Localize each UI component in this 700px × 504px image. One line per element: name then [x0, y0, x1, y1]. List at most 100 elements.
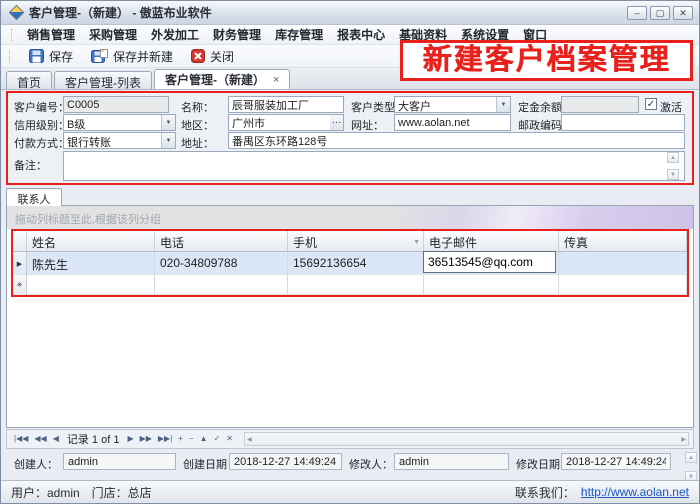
region-field[interactable] — [228, 114, 331, 131]
modifier-field[interactable] — [394, 453, 509, 470]
cell-name[interactable]: 陈先生 — [27, 252, 155, 275]
current-row-indicator: ▶ — [13, 252, 27, 275]
record-count-text: 记录 1 of 1 — [67, 431, 120, 447]
tab-home[interactable]: 首页 — [6, 71, 52, 89]
content-area: 客户编号： 名称： 客户类型： 大客户 ▼ 定金余额： ✓ 激活 信用级别： B… — [1, 90, 699, 480]
save-icon — [29, 49, 44, 63]
close-icon — [191, 49, 205, 63]
payment-select[interactable]: 银行转账 ▼ — [63, 132, 176, 149]
scroll-up-icon[interactable]: ▲ — [667, 152, 679, 163]
cell-fax[interactable] — [559, 275, 687, 295]
app-logo-icon — [9, 5, 25, 21]
table-row[interactable]: ▶ 陈先生 020-34809788 15692136654 — [13, 252, 687, 275]
close-window-button[interactable]: ✕ — [673, 6, 693, 20]
zip-field[interactable] — [561, 114, 685, 131]
modified-date-field[interactable] — [561, 453, 671, 470]
menu-outsourcing[interactable]: 外发加工 — [144, 26, 206, 43]
cell-email[interactable] — [424, 252, 559, 275]
menu-inventory[interactable]: 库存管理 — [268, 26, 330, 43]
statusbar-contact: 联系我们： http://www.aolan.net — [515, 484, 689, 501]
creator-label: 创建人： — [14, 456, 58, 472]
scroll-down-icon[interactable]: ▼ — [667, 169, 679, 180]
next-record-button[interactable]: ▶ — [124, 431, 136, 447]
deposit-field[interactable] — [561, 96, 639, 113]
cell-email[interactable] — [424, 275, 559, 295]
next-page-button[interactable]: ▶▶ — [137, 431, 155, 447]
delete-row-button[interactable]: − — [186, 431, 197, 447]
new-row-indicator: ✳ — [13, 275, 27, 295]
cell-mobile[interactable]: 15692136654 — [288, 252, 424, 275]
toolbar-grip — [11, 29, 14, 41]
chevron-down-icon[interactable]: ▼ — [496, 97, 510, 112]
group-by-panel[interactable]: 拖动列标题至此,根据该列分组 — [7, 206, 693, 229]
name-field[interactable] — [228, 96, 344, 113]
column-header-email[interactable]: 电子邮件 — [424, 231, 559, 252]
commit-edit-button[interactable]: ✓ — [211, 431, 224, 447]
website-link[interactable]: http://www.aolan.net — [581, 485, 689, 499]
edit-row-button[interactable]: ▲ — [197, 431, 211, 447]
window-controls: – ▢ ✕ — [627, 6, 693, 20]
column-header-fax[interactable]: 传真 — [559, 231, 687, 252]
save-and-new-icon — [91, 49, 108, 64]
remark-scrollbar[interactable]: ▲ ▼ — [667, 152, 679, 180]
menu-reports[interactable]: 报表中心 — [330, 26, 392, 43]
email-cell-editor[interactable] — [423, 251, 556, 273]
customer-type-select[interactable]: 大客户 ▼ — [394, 96, 511, 113]
name-label: 名称： — [181, 99, 214, 115]
address-label: 地址： — [181, 135, 214, 151]
header-indicator-cell — [13, 231, 27, 252]
close-tab-button[interactable]: 关闭 — [182, 47, 243, 66]
horizontal-scrollbar[interactable]: ◀ ▶ — [244, 432, 689, 446]
minimize-button[interactable]: – — [627, 6, 647, 20]
column-header-phone[interactable]: 电话 — [155, 231, 288, 252]
active-label: 激活 — [660, 99, 682, 115]
filter-icon[interactable]: ▼ — [413, 239, 420, 246]
remark-field[interactable] — [63, 151, 685, 181]
region-label: 地区： — [181, 117, 214, 133]
tab-contacts[interactable]: 联系人 — [6, 188, 62, 206]
maximize-button[interactable]: ▢ — [650, 6, 670, 20]
menu-finance[interactable]: 财务管理 — [206, 26, 268, 43]
first-record-button[interactable]: |◀◀ — [11, 431, 31, 447]
created-date-field[interactable] — [229, 453, 342, 470]
menu-sales[interactable]: 销售管理 — [20, 26, 82, 43]
customer-no-field[interactable] — [63, 96, 169, 113]
last-record-button[interactable]: ▶▶| — [155, 431, 175, 447]
chevron-down-icon[interactable]: ▼ — [161, 115, 175, 130]
creator-field[interactable] — [63, 453, 176, 470]
tab-customer-new[interactable]: 客户管理-（新建） × — [154, 69, 290, 89]
cell-fax[interactable] — [559, 252, 687, 275]
website-field[interactable] — [394, 114, 511, 131]
cancel-edit-button[interactable]: ✕ — [223, 431, 236, 447]
cell-phone[interactable] — [155, 275, 288, 295]
active-checkbox[interactable]: ✓ — [645, 98, 657, 110]
prev-page-button[interactable]: ◀◀ — [31, 431, 49, 447]
save-and-new-button[interactable]: 保存并新建 — [82, 47, 182, 66]
prev-record-button[interactable]: ◀ — [50, 431, 62, 447]
new-row[interactable]: ✳ — [13, 275, 687, 295]
record-navigator: |◀◀ ◀◀ ◀ 记录 1 of 1 ▶ ▶▶ ▶▶| + − ▲ ✓ ✕ ◀ … — [6, 429, 694, 449]
modifier-label: 修改人： — [349, 456, 393, 472]
address-field[interactable] — [228, 132, 685, 149]
annotation-box: 新建客户档案管理 — [400, 40, 693, 81]
menu-purchase[interactable]: 采购管理 — [82, 26, 144, 43]
region-browse-button[interactable]: … — [330, 114, 344, 131]
credit-label: 信用级别： — [14, 117, 69, 133]
scroll-left-icon[interactable]: ◀ — [247, 436, 252, 443]
chevron-down-icon[interactable]: ▼ — [161, 133, 175, 148]
cell-name[interactable] — [27, 275, 155, 295]
save-button[interactable]: 保存 — [20, 47, 82, 66]
titlebar: 客户管理-（新建） - 傲蓝布业软件 – ▢ ✕ — [1, 1, 699, 25]
credit-select[interactable]: B级 ▼ — [63, 114, 176, 131]
scroll-right-icon[interactable]: ▶ — [681, 436, 686, 443]
cell-phone[interactable]: 020-34809788 — [155, 252, 288, 275]
vertical-scrollbar[interactable]: ▲ ▼ — [685, 452, 697, 482]
scroll-up-icon[interactable]: ▲ — [685, 452, 697, 463]
column-header-name[interactable]: 姓名 — [27, 231, 155, 252]
contact-label: 联系我们： — [515, 484, 575, 501]
tab-close-icon[interactable]: × — [273, 74, 279, 86]
column-header-mobile[interactable]: 手机 ▼ — [288, 231, 424, 252]
tab-customer-list[interactable]: 客户管理-列表 — [54, 71, 152, 89]
cell-mobile[interactable] — [288, 275, 424, 295]
append-row-button[interactable]: + — [175, 431, 186, 447]
